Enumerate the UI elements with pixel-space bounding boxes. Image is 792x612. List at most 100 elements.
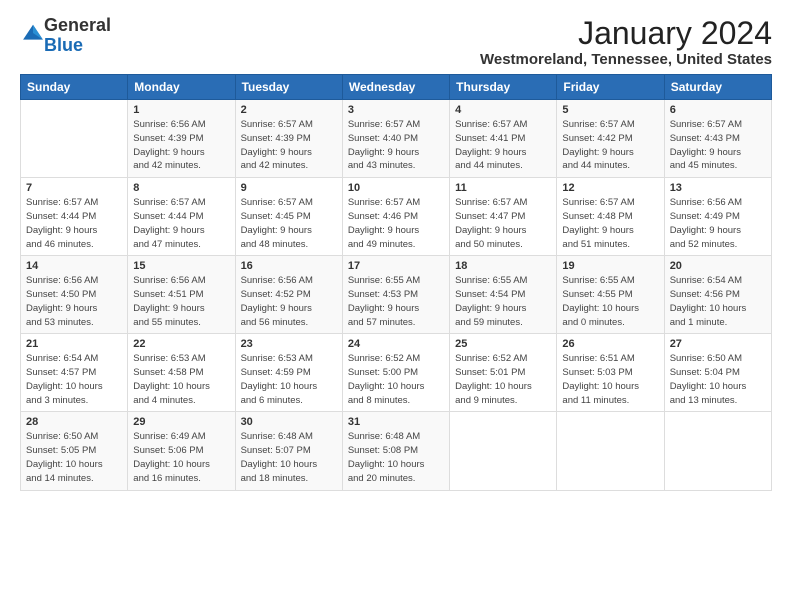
cell-3-1: 22Sunrise: 6:53 AM Sunset: 4:58 PM Dayli… (128, 334, 235, 412)
day-info-3-0: Sunrise: 6:54 AM Sunset: 4:57 PM Dayligh… (26, 352, 122, 407)
logo: General Blue (20, 16, 111, 56)
day-info-1-4: Sunrise: 6:57 AM Sunset: 4:47 PM Dayligh… (455, 196, 551, 251)
day-info-4-2: Sunrise: 6:48 AM Sunset: 5:07 PM Dayligh… (241, 430, 337, 485)
cell-1-3: 10Sunrise: 6:57 AM Sunset: 4:46 PM Dayli… (342, 178, 449, 256)
cell-4-1: 29 Sunrise: 6:49 AM Sunset: 5:06 PM Dayli… (128, 412, 235, 490)
calendar-body: 1 Sunrise: 6:56 AM Sunset: 4:39 PM Daylig… (21, 100, 772, 490)
day-info-4-1: Sunrise: 6:49 AM Sunset: 5:06 PM Dayligh… (133, 430, 229, 485)
day-number-3-4: 25 (455, 338, 551, 350)
page-container: General Blue January 2024 Westmoreland, … (0, 0, 792, 501)
day-number-1-2: 9 (241, 182, 337, 194)
day-number-3-2: 23 (241, 338, 337, 350)
cell-3-0: 21 Sunrise: 6:54 AM Sunset: 4:57 PM Dayli… (21, 334, 128, 412)
cell-3-3: 24Sunrise: 6:52 AM Sunset: 5:00 PM Dayli… (342, 334, 449, 412)
day-info-4-0: Sunrise: 6:50 AM Sunset: 5:05 PM Dayligh… (26, 430, 122, 485)
day-number-4-0: 28 (26, 416, 122, 428)
col-friday: Friday (557, 75, 664, 100)
day-number-2-6: 20 (670, 260, 766, 272)
week-row-0: 1 Sunrise: 6:56 AM Sunset: 4:39 PM Daylig… (21, 100, 772, 178)
day-number-1-3: 10 (348, 182, 444, 194)
cell-2-5: 19 Sunrise: 6:55 AM Sunset: 4:55 PM Dayli… (557, 256, 664, 334)
week-row-2: 14Sunrise: 6:56 AM Sunset: 4:50 PM Dayli… (21, 256, 772, 334)
day-number-2-5: 19 (562, 260, 658, 272)
day-number-3-1: 22 (133, 338, 229, 350)
day-info-0-6: Sunrise: 6:57 AM Sunset: 4:43 PM Dayligh… (670, 118, 766, 173)
cell-4-3: 31 Sunrise: 6:48 AM Sunset: 5:08 PM Dayli… (342, 412, 449, 490)
cell-1-6: 13Sunrise: 6:56 AM Sunset: 4:49 PM Dayli… (664, 178, 771, 256)
day-number-1-1: 8 (133, 182, 229, 194)
week-row-4: 28 Sunrise: 6:50 AM Sunset: 5:05 PM Dayli… (21, 412, 772, 490)
cell-3-5: 26Sunrise: 6:51 AM Sunset: 5:03 PM Dayli… (557, 334, 664, 412)
day-info-0-5: Sunrise: 6:57 AM Sunset: 4:42 PM Dayligh… (562, 118, 658, 173)
col-saturday: Saturday (664, 75, 771, 100)
col-wednesday: Wednesday (342, 75, 449, 100)
day-number-3-5: 26 (562, 338, 658, 350)
day-info-4-3: Sunrise: 6:48 AM Sunset: 5:08 PM Dayligh… (348, 430, 444, 485)
title-block: January 2024 Westmoreland, Tennessee, Un… (480, 16, 772, 68)
day-number-2-4: 18 (455, 260, 551, 272)
calendar-table: Sunday Monday Tuesday Wednesday Thursday… (20, 74, 772, 490)
cell-3-2: 23Sunrise: 6:53 AM Sunset: 4:59 PM Dayli… (235, 334, 342, 412)
day-info-0-2: Sunrise: 6:57 AM Sunset: 4:39 PM Dayligh… (241, 118, 337, 173)
cell-0-3: 3 Sunrise: 6:57 AM Sunset: 4:40 PM Daylig… (342, 100, 449, 178)
day-info-3-4: Sunrise: 6:52 AM Sunset: 5:01 PM Dayligh… (455, 352, 551, 407)
day-info-2-0: Sunrise: 6:56 AM Sunset: 4:50 PM Dayligh… (26, 274, 122, 329)
day-number-1-4: 11 (455, 182, 551, 194)
day-info-3-6: Sunrise: 6:50 AM Sunset: 5:04 PM Dayligh… (670, 352, 766, 407)
day-info-2-5: Sunrise: 6:55 AM Sunset: 4:55 PM Dayligh… (562, 274, 658, 329)
day-info-1-2: Sunrise: 6:57 AM Sunset: 4:45 PM Dayligh… (241, 196, 337, 251)
cell-1-1: 8 Sunrise: 6:57 AM Sunset: 4:44 PM Daylig… (128, 178, 235, 256)
day-info-0-3: Sunrise: 6:57 AM Sunset: 4:40 PM Dayligh… (348, 118, 444, 173)
day-info-1-0: Sunrise: 6:57 AM Sunset: 4:44 PM Dayligh… (26, 196, 122, 251)
day-info-2-2: Sunrise: 6:56 AM Sunset: 4:52 PM Dayligh… (241, 274, 337, 329)
day-info-0-1: Sunrise: 6:56 AM Sunset: 4:39 PM Dayligh… (133, 118, 229, 173)
cell-1-0: 7 Sunrise: 6:57 AM Sunset: 4:44 PM Daylig… (21, 178, 128, 256)
day-info-1-1: Sunrise: 6:57 AM Sunset: 4:44 PM Dayligh… (133, 196, 229, 251)
cell-4-6 (664, 412, 771, 490)
cell-4-4 (450, 412, 557, 490)
day-number-3-0: 21 (26, 338, 122, 350)
day-number-1-6: 13 (670, 182, 766, 194)
day-info-1-5: Sunrise: 6:57 AM Sunset: 4:48 PM Dayligh… (562, 196, 658, 251)
cell-4-0: 28 Sunrise: 6:50 AM Sunset: 5:05 PM Dayli… (21, 412, 128, 490)
day-number-0-4: 4 (455, 104, 551, 116)
logo-icon (22, 22, 44, 44)
cell-0-6: 6 Sunrise: 6:57 AM Sunset: 4:43 PM Daylig… (664, 100, 771, 178)
logo-text: General Blue (44, 16, 111, 56)
day-info-2-6: Sunrise: 6:54 AM Sunset: 4:56 PM Dayligh… (670, 274, 766, 329)
day-number-0-1: 1 (133, 104, 229, 116)
day-number-1-0: 7 (26, 182, 122, 194)
week-row-3: 21 Sunrise: 6:54 AM Sunset: 4:57 PM Dayli… (21, 334, 772, 412)
col-monday: Monday (128, 75, 235, 100)
cell-2-4: 18 Sunrise: 6:55 AM Sunset: 4:54 PM Dayli… (450, 256, 557, 334)
day-number-1-5: 12 (562, 182, 658, 194)
month-title: January 2024 (480, 16, 772, 51)
cell-3-6: 27Sunrise: 6:50 AM Sunset: 5:04 PM Dayli… (664, 334, 771, 412)
day-number-0-6: 6 (670, 104, 766, 116)
cell-0-5: 5 Sunrise: 6:57 AM Sunset: 4:42 PM Daylig… (557, 100, 664, 178)
cell-0-4: 4 Sunrise: 6:57 AM Sunset: 4:41 PM Daylig… (450, 100, 557, 178)
cell-2-3: 17Sunrise: 6:55 AM Sunset: 4:53 PM Dayli… (342, 256, 449, 334)
col-sunday: Sunday (21, 75, 128, 100)
day-info-2-4: Sunrise: 6:55 AM Sunset: 4:54 PM Dayligh… (455, 274, 551, 329)
day-number-4-3: 31 (348, 416, 444, 428)
day-info-3-3: Sunrise: 6:52 AM Sunset: 5:00 PM Dayligh… (348, 352, 444, 407)
day-number-0-5: 5 (562, 104, 658, 116)
cell-2-2: 16 Sunrise: 6:56 AM Sunset: 4:52 PM Dayli… (235, 256, 342, 334)
cell-0-1: 1 Sunrise: 6:56 AM Sunset: 4:39 PM Daylig… (128, 100, 235, 178)
cell-2-6: 20 Sunrise: 6:54 AM Sunset: 4:56 PM Dayli… (664, 256, 771, 334)
header-row: General Blue January 2024 Westmoreland, … (20, 16, 772, 68)
cell-1-2: 9 Sunrise: 6:57 AM Sunset: 4:45 PM Daylig… (235, 178, 342, 256)
day-number-4-2: 30 (241, 416, 337, 428)
cell-4-5 (557, 412, 664, 490)
day-number-2-3: 17 (348, 260, 444, 272)
day-info-2-1: Sunrise: 6:56 AM Sunset: 4:51 PM Dayligh… (133, 274, 229, 329)
day-info-0-4: Sunrise: 6:57 AM Sunset: 4:41 PM Dayligh… (455, 118, 551, 173)
cell-4-2: 30 Sunrise: 6:48 AM Sunset: 5:07 PM Dayli… (235, 412, 342, 490)
logo-blue: Blue (44, 35, 83, 55)
day-number-2-1: 15 (133, 260, 229, 272)
day-number-2-2: 16 (241, 260, 337, 272)
cell-1-4: 11 Sunrise: 6:57 AM Sunset: 4:47 PM Dayli… (450, 178, 557, 256)
day-number-0-3: 3 (348, 104, 444, 116)
day-number-4-1: 29 (133, 416, 229, 428)
